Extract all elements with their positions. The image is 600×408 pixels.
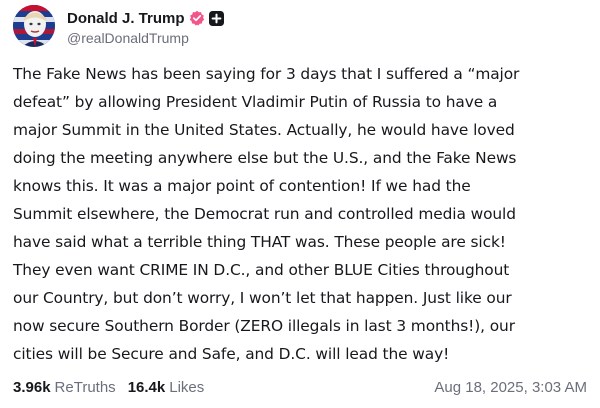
post-line: major Summit in the United States. Actua… (13, 121, 515, 139)
post-timestamp[interactable]: Aug 18, 2025, 3:03 AM (434, 379, 587, 396)
post-line: The Fake News has been saying for 3 days… (13, 65, 520, 83)
verified-badge-icon (189, 10, 205, 26)
display-name[interactable]: Donald J. Trump (67, 10, 185, 27)
retruths-count: 3.96k (13, 378, 51, 396)
likes-label: Likes (169, 378, 205, 396)
post-line: They even want CRIME IN D.C., and other … (13, 261, 510, 279)
post-line: doing the meeting anywhere else but the … (13, 149, 517, 167)
avatar[interactable] (13, 5, 55, 47)
post-line: cities will be Secure and Safe, and D.C.… (13, 345, 450, 363)
retruths-stat[interactable]: 3.96k ReTruths (13, 379, 116, 396)
post-line: defeat” by allowing President Vladimir P… (13, 93, 498, 111)
post-body: The Fake News has been saying for 3 days… (13, 60, 593, 368)
post-line: our Country, but don’t worry, I won’t le… (13, 289, 512, 307)
post-line: have said what a terrible thing THAT was… (13, 233, 506, 251)
plus-badge-icon (208, 10, 224, 26)
name-row: Donald J. Trump (67, 8, 580, 28)
truth-post: Donald J. Trump @realDonaldTrump The Fak… (0, 0, 600, 408)
handle[interactable]: @realDonaldTrump (67, 30, 580, 46)
post-line: knows this. It was a major point of cont… (13, 177, 471, 195)
post-line: Summit elsewhere, the Democrat run and c… (13, 205, 516, 223)
likes-stat[interactable]: 16.4k Likes (128, 379, 205, 396)
retruths-label: ReTruths (54, 378, 116, 396)
author-header: Donald J. Trump @realDonaldTrump (67, 8, 580, 46)
likes-count: 16.4k (127, 378, 166, 396)
avatar-image (13, 5, 55, 47)
post-footer: 3.96k ReTruths 16.4k Likes Aug 18, 2025,… (13, 377, 587, 397)
post-line: now secure Southern Border (ZERO illegal… (13, 317, 515, 335)
